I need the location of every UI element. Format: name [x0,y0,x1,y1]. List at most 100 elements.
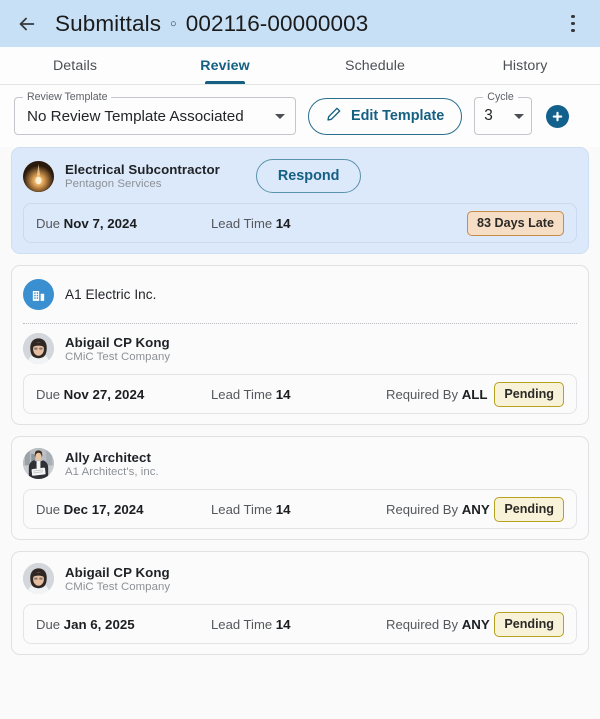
woman-avatar [23,563,54,594]
reviewer-card[interactable]: Abigail CP Kong CMiC Test Company Due Ja… [11,551,589,655]
cycle-legend: Cycle [483,91,518,103]
lead-time-value: 14 [275,616,291,632]
reviewer-meta-row: Due Dec 17, 2024 Lead Time 14 Required B… [23,489,577,529]
lead-time-label: Lead Time [211,215,273,231]
tab-bar: Details Review Schedule History [0,47,600,85]
back-button[interactable] [12,9,42,39]
architect-avatar [23,448,54,479]
page-title: Submittals ○ 002116-00000003 [55,11,368,37]
edit-template-button[interactable]: Edit Template [308,97,463,135]
add-reviewer-button[interactable] [546,104,570,128]
due-value: Jan 6, 2025 [63,616,135,632]
submittal-review-screen: Submittals ○ 002116-00000003 Details Rev… [0,0,600,719]
reviewer-card[interactable]: Electrical Subcontractor Pentagon Servic… [11,147,589,254]
tab-schedule[interactable]: Schedule [300,47,450,84]
reviewer-card[interactable]: Ally Architect A1 Architect's, inc. Due … [11,436,589,540]
company-header: A1 Electric Inc. [23,277,577,312]
status-badge: Pending [494,611,564,637]
page-title-record-code: 002116-00000003 [185,10,369,36]
due-label: Due [36,215,61,231]
lead-time-cell: Lead Time 14 [211,502,386,517]
reviewer-name: Abigail CP Kong [65,334,170,350]
reviewer-card-list: Electrical Subcontractor Pentagon Servic… [0,147,600,719]
lead-time-value: 14 [275,386,291,402]
due-cell: Due Nov 7, 2024 [36,216,211,231]
building-icon [23,279,54,310]
plus-circle-icon [550,109,565,124]
due-label: Due [36,501,61,517]
reviewer-name: Ally Architect [65,449,151,465]
review-template-value: No Review Template Associated [27,107,244,125]
reviewer-header: Ally Architect A1 Architect's, inc. [23,448,577,479]
lightbulb-avatar [23,160,54,192]
due-label: Due [36,386,61,402]
cycle-value: 3 [484,107,493,124]
tab-label: History [502,57,548,74]
due-label: Due [36,616,61,632]
kebab-dot [571,15,575,19]
due-value: Dec 17, 2024 [63,501,144,517]
reviewer-identity: Electrical Subcontractor Pentagon Servic… [65,162,220,190]
reviewer-meta-row: Due Nov 27, 2024 Lead Time 14 Required B… [23,374,577,414]
chevron-down-icon [275,113,285,119]
cycle-select[interactable]: Cycle 3 [474,91,533,135]
card-divider [23,323,577,324]
tab-details[interactable]: Details [0,47,150,84]
reviewer-org: CMiC Test Company [65,580,171,593]
more-vertical-icon[interactable] [560,9,586,39]
required-by-cell: Required By ALL [386,387,494,402]
page-title-module: Submittals [55,10,162,36]
lead-time-cell: Lead Time 14 [211,387,386,402]
reviewer-header: Abigail CP Kong CMiC Test Company [23,563,577,594]
reviewer-org: Pentagon Services [65,178,162,190]
lead-time-label: Lead Time [211,616,273,632]
required-by-cell: Required By ANY [386,617,494,632]
lead-time-value: 14 [275,215,291,231]
reviewer-header: Abigail CP Kong CMiC Test Company [23,333,577,364]
lead-time-cell: Lead Time 14 [211,216,386,231]
due-cell: Due Jan 6, 2025 [36,617,211,632]
reviewer-meta-row: Due Jan 6, 2025 Lead Time 14 Required By… [23,604,577,644]
reviewer-header: Electrical Subcontractor Pentagon Servic… [23,159,577,193]
required-by-value: ANY [461,501,490,517]
reviewer-identity: Abigail CP Kong CMiC Test Company [65,565,170,593]
edit-template-label: Edit Template [351,108,445,124]
respond-button[interactable]: Respond [255,159,362,193]
company-name: A1 Electric Inc. [65,287,157,302]
required-by-cell: Required By ANY [386,502,494,517]
reviewer-org: CMiC Test Company [65,350,171,363]
reviewer-meta-row: Due Nov 7, 2024 Lead Time 14 83 Days Lat… [23,203,577,243]
due-cell: Due Dec 17, 2024 [36,502,211,517]
status-badge: 83 Days Late [466,210,564,236]
reviewer-identity: Abigail CP Kong CMiC Test Company [65,335,170,363]
reviewer-name: Electrical Subcontractor [65,162,220,177]
status-badge: Pending [494,496,564,522]
tab-label: Review [200,57,250,74]
kebab-dot [571,28,575,32]
tab-label: Details [52,57,98,74]
required-by-value: ANY [461,616,490,632]
required-by-value: ALL [461,386,488,402]
required-by-label: Required By [386,501,459,517]
reviewer-org: A1 Architect's, inc. [65,465,159,478]
reviewer-identity: Ally Architect A1 Architect's, inc. [65,450,159,478]
woman-avatar [23,333,54,364]
tab-history[interactable]: History [450,47,600,84]
required-by-label: Required By [386,386,459,402]
tab-label: Schedule [345,57,405,74]
lead-time-label: Lead Time [211,501,273,517]
due-value: Nov 7, 2024 [63,215,137,231]
reviewer-card[interactable]: A1 Electric Inc. Abigail CP Kong CMiC Te… [11,265,589,425]
kebab-dot [571,21,575,26]
chevron-down-icon [514,113,525,119]
tab-review[interactable]: Review [150,47,300,84]
review-template-select[interactable]: Review Template No Review Template Assoc… [14,91,296,135]
due-cell: Due Nov 27, 2024 [36,387,211,402]
due-value: Nov 27, 2024 [63,386,145,402]
reviewer-name: Abigail CP Kong [65,564,170,580]
lead-time-cell: Lead Time 14 [211,617,386,632]
lead-time-label: Lead Time [211,386,273,402]
review-toolbar: Review Template No Review Template Assoc… [0,85,600,147]
status-badge: Pending [494,381,564,407]
app-header: Submittals ○ 002116-00000003 [0,0,600,47]
